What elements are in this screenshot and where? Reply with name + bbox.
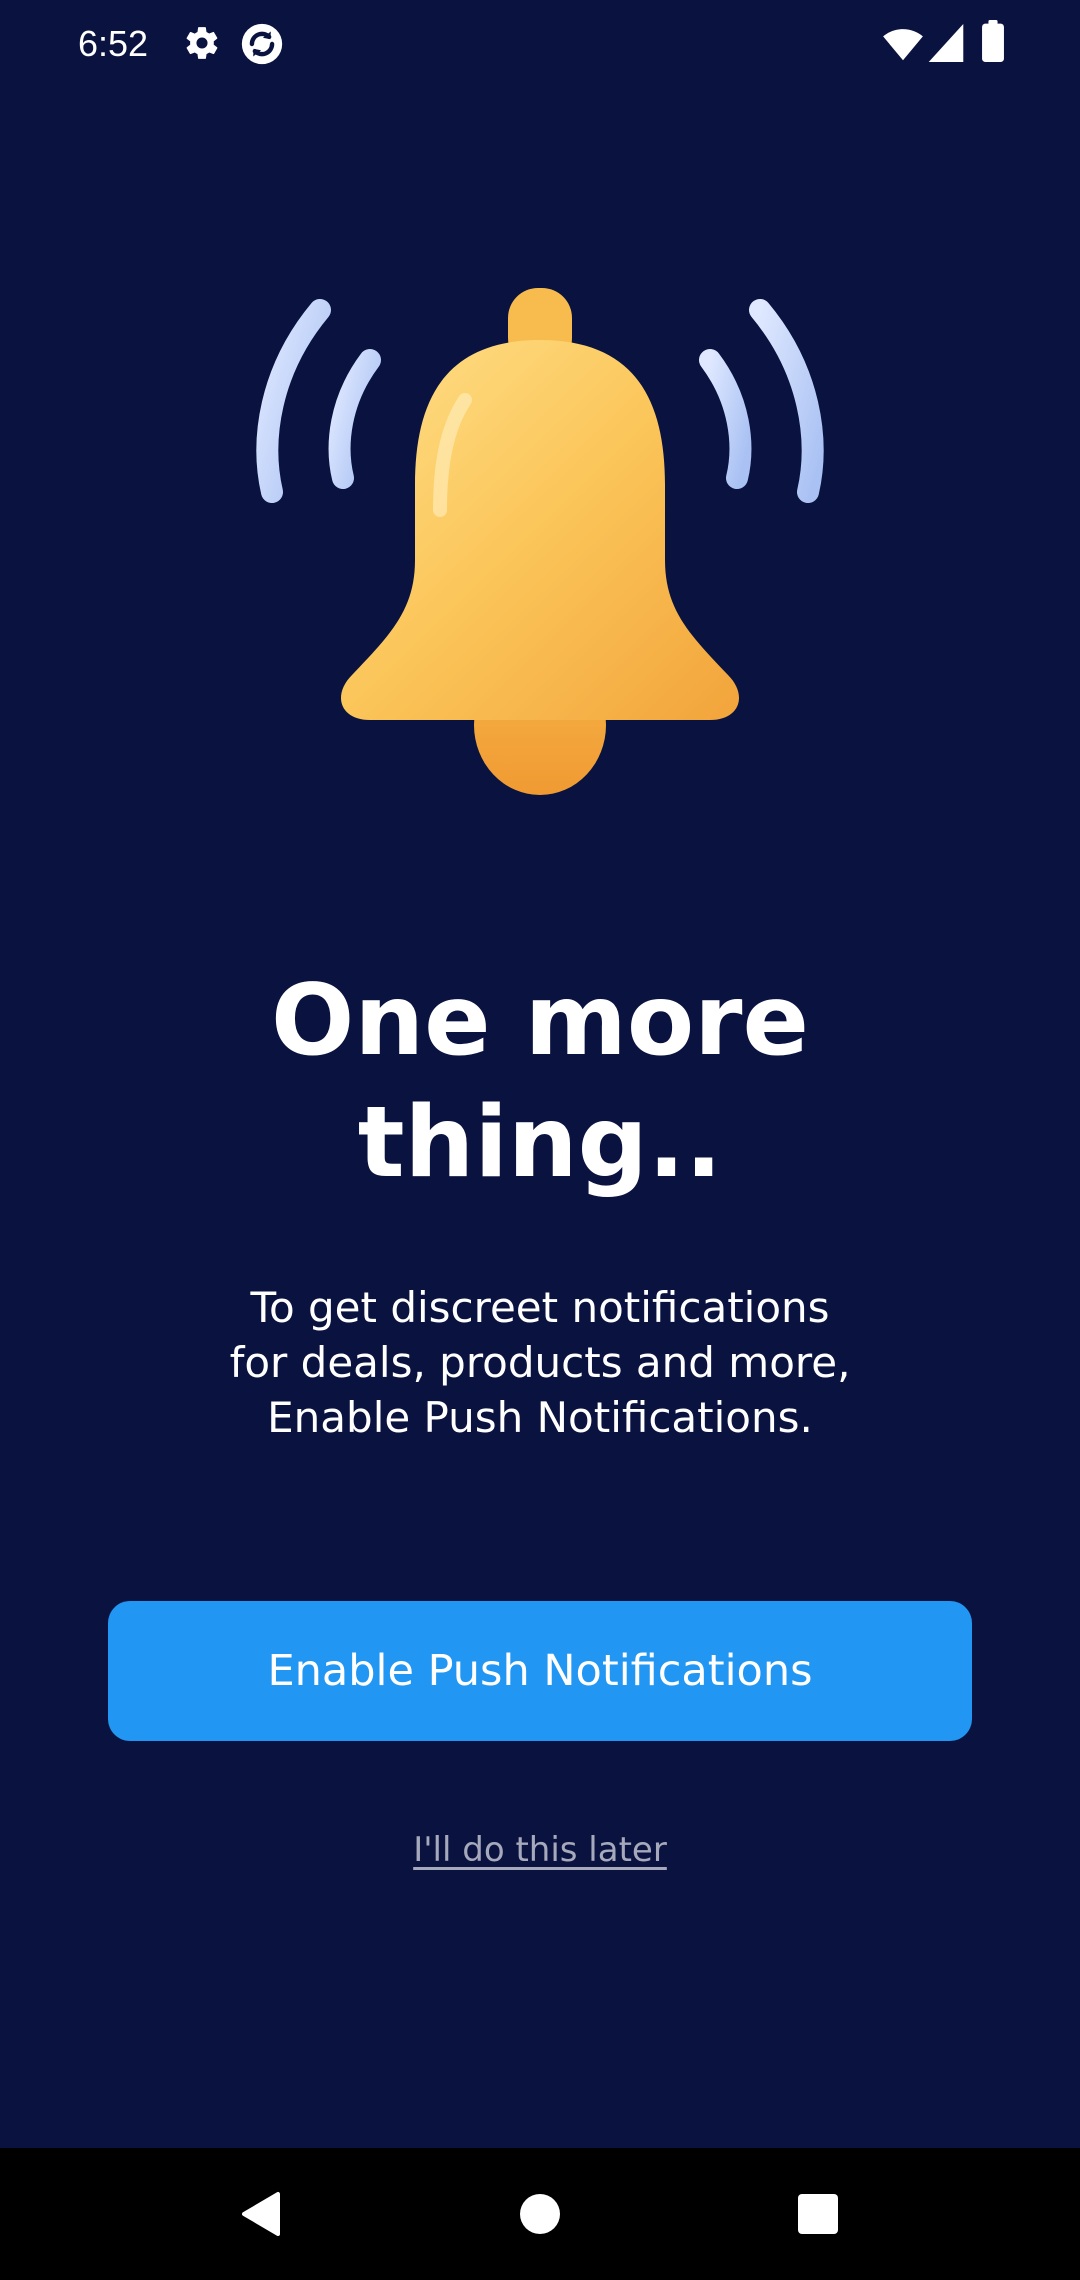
- home-icon: [520, 2194, 560, 2234]
- description-line-3: Enable Push Notifications.: [267, 1393, 813, 1442]
- bell-ringing-icon: [256, 288, 824, 795]
- do-this-later-link[interactable]: I'll do this later: [413, 1830, 667, 1870]
- enable-push-notifications-button[interactable]: Enable Push Notifications: [108, 1601, 972, 1741]
- cellular-signal-icon: [928, 24, 964, 62]
- recents-icon: [798, 2194, 838, 2234]
- title-line-2: thing..: [357, 1086, 723, 1200]
- sound-wave-right-inner: [699, 349, 752, 489]
- wifi-icon: [883, 29, 923, 61]
- description-line-1: To get discreet notifications: [250, 1283, 830, 1332]
- bell-body: [340, 340, 740, 720]
- navigation-bar: [0, 2148, 1080, 2280]
- back-icon: [242, 2192, 280, 2236]
- sound-wave-left-inner: [328, 349, 381, 489]
- status-bar: 6:52: [0, 0, 1080, 88]
- gear-icon: [186, 27, 218, 59]
- status-time: 6:52: [78, 23, 149, 64]
- sync-icon: [241, 23, 283, 65]
- description-line-2: for deals, products and more,: [229, 1338, 851, 1387]
- page-title: One more thing..: [0, 960, 1080, 1204]
- sound-wave-left-outer: [256, 299, 331, 503]
- sound-wave-right-outer: [749, 299, 824, 503]
- home-button[interactable]: [460, 2148, 620, 2280]
- description-text: To get discreet notifications for deals,…: [0, 1280, 1080, 1445]
- back-button[interactable]: [180, 2148, 340, 2280]
- title-line-1: One more: [271, 964, 809, 1078]
- later-link-row: I'll do this later: [0, 1824, 1080, 1876]
- recents-button[interactable]: [738, 2148, 898, 2280]
- battery-icon: [982, 20, 1004, 62]
- bell-illustration: [240, 270, 840, 810]
